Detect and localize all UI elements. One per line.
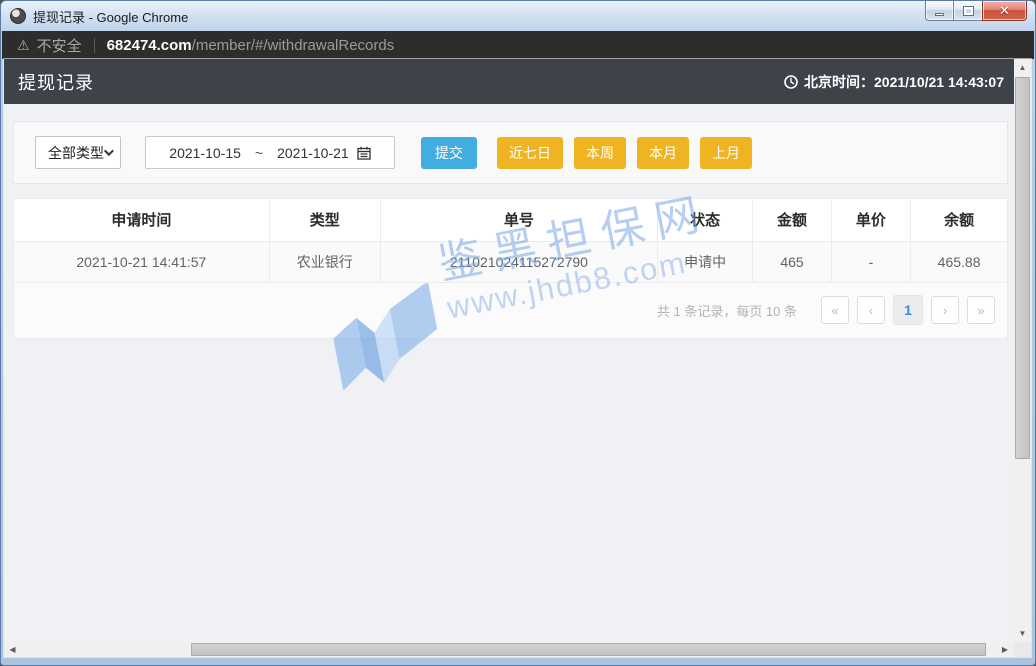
prev-page-button[interactable]: ‹: [857, 296, 885, 324]
records-table: 申请时间 类型 单号 状态 金额 单价 余额 2021-10-2: [14, 199, 1007, 283]
cell-status: 申请中: [657, 241, 752, 282]
date-end: 2021-10-21: [277, 145, 349, 161]
cell-balance: 465.88: [911, 241, 1007, 282]
page-1-button[interactable]: 1: [893, 295, 923, 325]
this-week-button[interactable]: 本周: [574, 137, 626, 169]
col-type: 类型: [269, 199, 380, 241]
beijing-time: 北京时间：2021/10/21 14:43:07: [784, 72, 1004, 92]
table-header-row: 申请时间 类型 单号 状态 金额 单价 余额: [14, 199, 1007, 241]
minimize-button[interactable]: [925, 1, 954, 21]
calendar-icon: [357, 146, 371, 160]
scrollbar-corner: [1014, 642, 1031, 657]
date-start: 2021-10-15: [169, 145, 241, 161]
date-range-input[interactable]: 2021-10-15 ~ 2021-10-21: [145, 136, 395, 169]
records-table-panel: 申请时间 类型 单号 状态 金额 单价 余额 2021-10-2: [13, 198, 1008, 339]
chevron-down-icon: [104, 146, 114, 156]
col-order-number: 单号: [380, 199, 657, 241]
security-label: 不安全: [37, 35, 82, 56]
record-count-summary: 共 1 条记录，每页 10 条: [657, 301, 797, 320]
next-page-button[interactable]: ›: [931, 296, 959, 324]
url-path: /member/#/withdrawalRecords: [192, 37, 395, 54]
col-status: 状态: [657, 199, 752, 241]
page-content: 提现记录 北京时间：2021/10/21 14:43:07 全部类型: [4, 59, 1014, 642]
last-page-button[interactable]: »: [967, 296, 995, 324]
submit-button[interactable]: 提交: [421, 137, 477, 169]
close-button[interactable]: ✕: [982, 1, 1027, 21]
address-bar[interactable]: ⚠ 不安全 682474.com /member/#/withdrawalRec…: [2, 31, 1034, 59]
cell-type: 农业银行: [269, 241, 380, 282]
vertical-scrollbar[interactable]: ▲ ▼: [1014, 59, 1031, 642]
table-row: 2021-10-21 14:41:57 农业银行 211021024115272…: [14, 241, 1007, 282]
browser-viewport: 提现记录 北京时间：2021/10/21 14:43:07 全部类型: [4, 59, 1031, 657]
cell-unit-price: -: [831, 241, 910, 282]
last-month-button[interactable]: 上月: [700, 137, 752, 169]
type-select[interactable]: 全部类型: [35, 136, 121, 169]
page-header: 提现记录 北京时间：2021/10/21 14:43:07: [4, 59, 1014, 104]
restore-icon: [964, 7, 973, 15]
this-month-button[interactable]: 本月: [637, 137, 689, 169]
title-bar: 提现记录 - Google Chrome ✕: [1, 1, 1035, 31]
pagination-bar: 共 1 条记录，每页 10 条 « ‹ 1 › »: [14, 283, 1007, 338]
first-page-button[interactable]: «: [821, 296, 849, 324]
cell-order-number: 211021024115272790: [380, 241, 657, 282]
col-apply-time: 申请时间: [14, 199, 269, 241]
address-divider: [94, 38, 95, 53]
col-unit-price: 单价: [831, 199, 910, 241]
minimize-icon: [935, 13, 944, 16]
filter-panel: 全部类型 2021-10-15 ~ 2021-10-21 提交 近七日 本周: [13, 121, 1008, 184]
cell-amount: 465: [753, 241, 831, 282]
beijing-time-label: 北京时间：2021/10/21 14:43:07: [804, 72, 1004, 92]
window-controls: ✕: [925, 1, 1027, 21]
cell-apply-time: 2021-10-21 14:41:57: [14, 241, 269, 282]
restore-button[interactable]: [954, 1, 982, 21]
clock-icon: [784, 75, 798, 89]
type-select-value: 全部类型: [48, 143, 104, 163]
page-body: 全部类型 2021-10-15 ~ 2021-10-21 提交 近七日 本周: [4, 121, 1014, 642]
scroll-up-icon[interactable]: ▲: [1014, 59, 1031, 76]
col-amount: 金额: [753, 199, 831, 241]
horizontal-scrollbar-thumb[interactable]: [191, 643, 986, 656]
last-7-days-button[interactable]: 近七日: [497, 137, 563, 169]
page-title: 提现记录: [18, 69, 94, 95]
site-favicon-icon: [10, 8, 26, 24]
url-domain: 682474.com: [107, 37, 192, 54]
browser-window: 提现记录 - Google Chrome ✕ ⚠ 不安全 682474.com …: [0, 0, 1036, 666]
scroll-left-icon[interactable]: ◀: [4, 642, 21, 657]
date-separator: ~: [255, 145, 263, 161]
vertical-scrollbar-thumb[interactable]: [1015, 77, 1030, 459]
scroll-right-icon[interactable]: ▶: [996, 642, 1014, 657]
scroll-down-icon[interactable]: ▼: [1014, 625, 1031, 642]
horizontal-scrollbar[interactable]: ◀ ▶: [4, 642, 1014, 657]
close-icon: ✕: [999, 3, 1010, 19]
not-secure-warning-icon: ⚠: [17, 37, 30, 54]
col-balance: 余额: [911, 199, 1007, 241]
window-title: 提现记录 - Google Chrome: [33, 7, 188, 26]
